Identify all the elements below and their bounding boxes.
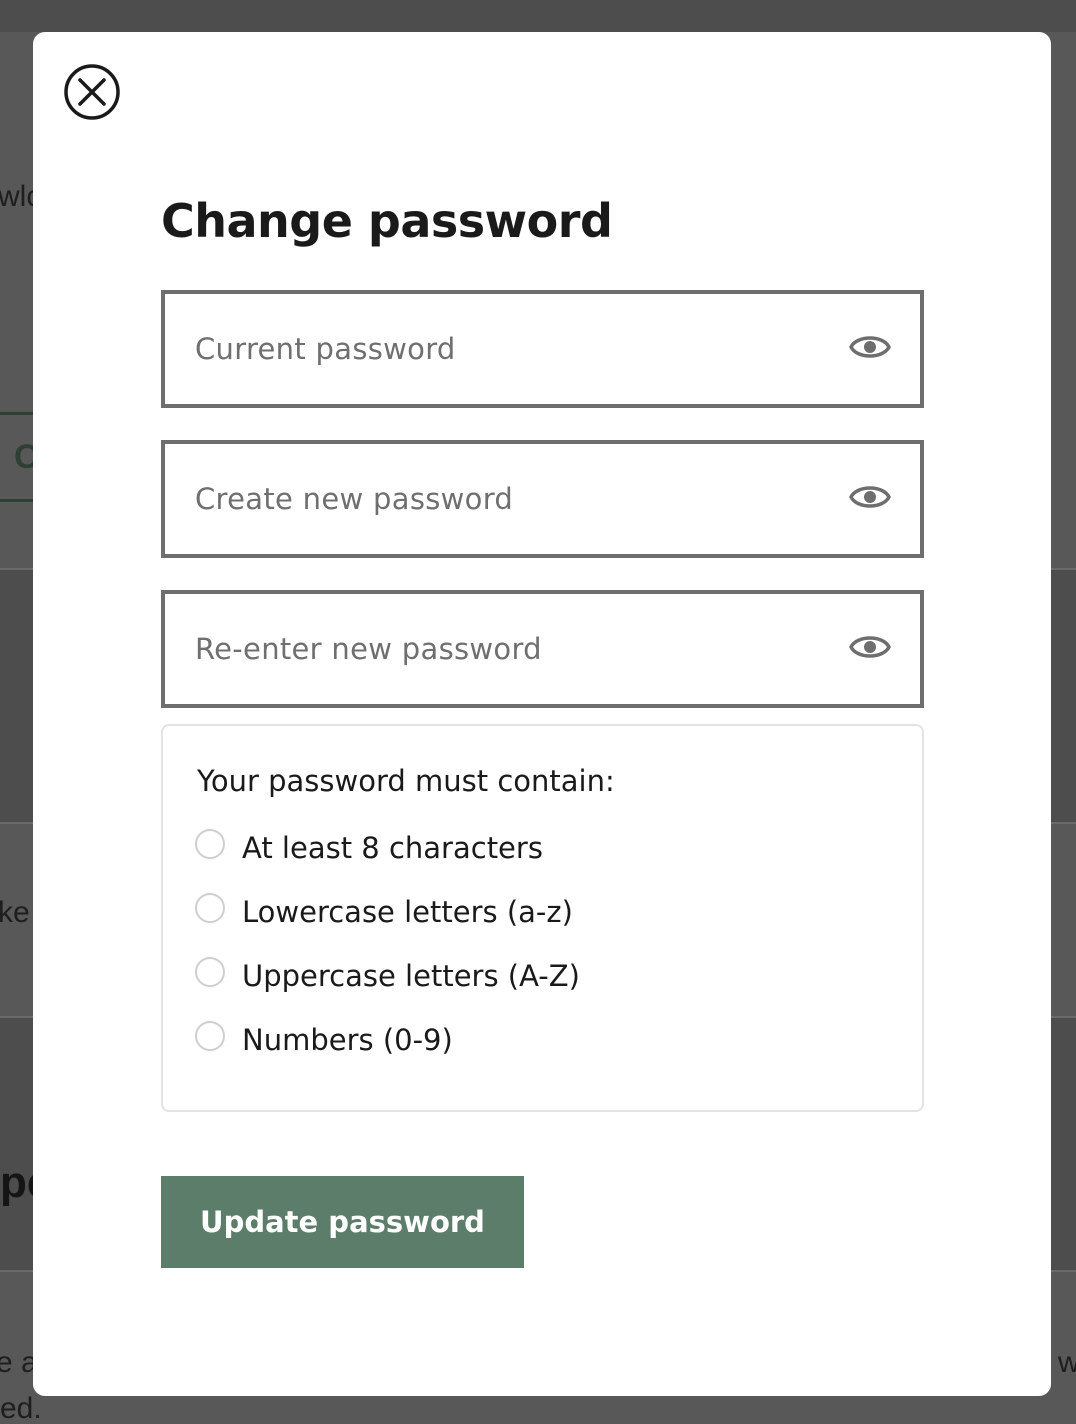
requirement-label: Uppercase letters (A-Z): [242, 959, 580, 993]
eye-icon: [849, 486, 891, 508]
background-text: ke: [0, 896, 30, 929]
requirement-status-icon: [195, 957, 225, 987]
modal-title: Change password: [161, 194, 613, 248]
confirm-password-field: [161, 590, 924, 708]
change-password-modal: Change password Your password must conta…: [33, 32, 1051, 1396]
new-password-field: [161, 440, 924, 558]
requirement-lowercase: Lowercase letters (a-z): [195, 892, 573, 932]
requirement-status-icon: [195, 893, 225, 923]
requirement-status-icon: [195, 829, 225, 859]
requirement-label: Lowercase letters (a-z): [242, 895, 573, 929]
toggle-confirm-password-visibility[interactable]: [848, 627, 892, 667]
requirement-numbers: Numbers (0-9): [195, 1020, 453, 1060]
requirement-uppercase: Uppercase letters (A-Z): [195, 956, 580, 996]
close-circle-icon: [64, 64, 120, 120]
password-requirements: Your password must contain: At least 8 c…: [161, 724, 924, 1112]
update-password-button[interactable]: Update password: [161, 1176, 524, 1268]
background-header: [0, 0, 1076, 32]
new-password-input[interactable]: [195, 444, 815, 554]
requirement-label: At least 8 characters: [242, 831, 543, 865]
close-button[interactable]: [64, 64, 120, 120]
toggle-current-password-visibility[interactable]: [848, 327, 892, 367]
requirement-min-length: At least 8 characters: [195, 828, 543, 868]
eye-icon: [849, 336, 891, 358]
requirements-title: Your password must contain:: [197, 764, 615, 798]
confirm-password-input[interactable]: [195, 594, 815, 704]
background-text: ed.: [0, 1392, 42, 1424]
requirement-label: Numbers (0-9): [242, 1023, 453, 1057]
current-password-field: [161, 290, 924, 408]
background-text: w: [1058, 1346, 1076, 1379]
current-password-input[interactable]: [195, 294, 815, 404]
requirement-status-icon: [195, 1021, 225, 1051]
eye-icon: [849, 636, 891, 658]
toggle-new-password-visibility[interactable]: [848, 477, 892, 517]
